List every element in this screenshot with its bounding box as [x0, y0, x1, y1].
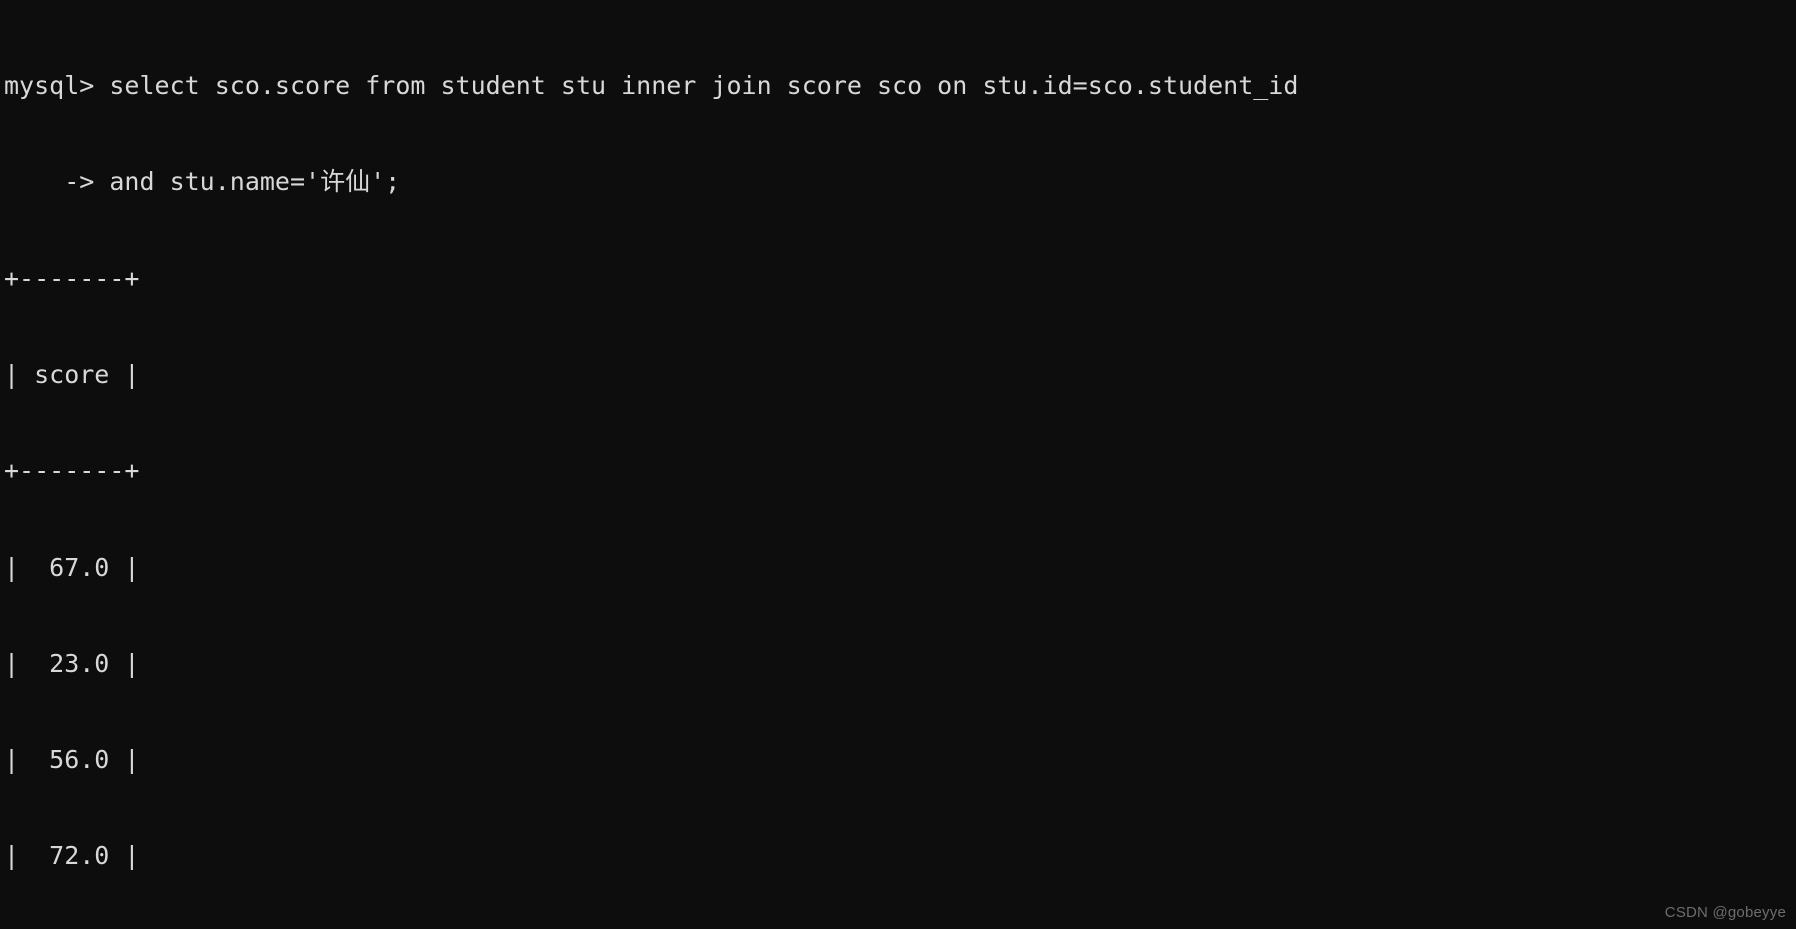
terminal-line: | 67.0 |: [4, 552, 140, 582]
terminal-line: | score |: [4, 360, 140, 390]
terminal-line: | 72.0 |: [4, 841, 140, 871]
terminal-output[interactable]: mysql> select sco.score from student stu…: [0, 0, 1298, 929]
terminal-line: -> and stu.name='许仙';: [4, 167, 401, 197]
terminal-screen: mysql> select sco.score from student stu…: [0, 0, 1796, 929]
terminal-line: | 23.0 |: [4, 648, 140, 678]
terminal-line: +-------+: [4, 263, 140, 293]
csdn-watermark: CSDN @gobeyye: [1664, 904, 1786, 921]
terminal-line: mysql> select sco.score from student stu…: [4, 71, 1299, 101]
terminal-line: +-------+: [4, 456, 140, 486]
terminal-line: | 56.0 |: [4, 745, 140, 775]
